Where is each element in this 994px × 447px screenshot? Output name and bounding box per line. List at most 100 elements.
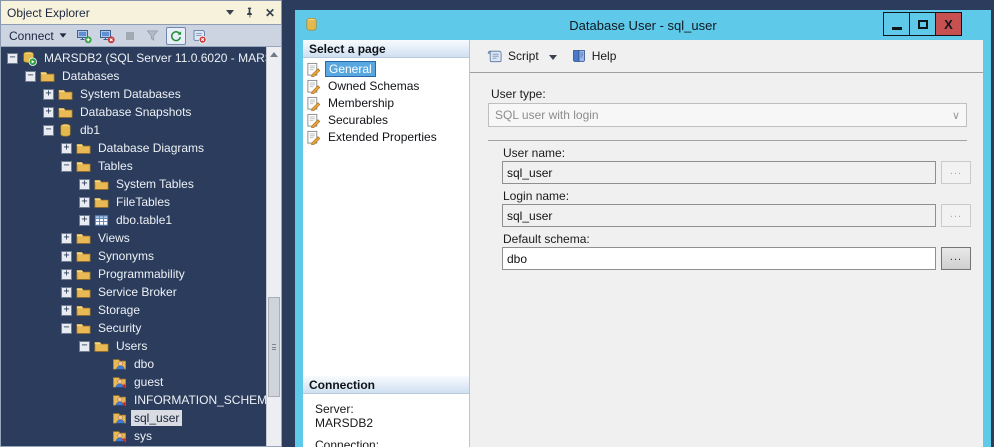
scrollbar-thumb[interactable] <box>268 297 280 397</box>
expand-toggle-icon[interactable]: + <box>43 107 54 118</box>
expand-toggle-icon[interactable]: + <box>79 179 90 190</box>
expand-toggle-icon[interactable]: + <box>61 305 72 316</box>
close-button[interactable]: X <box>935 12 962 36</box>
combo-chevron-icon: ∨ <box>952 109 960 122</box>
minimize-button[interactable] <box>883 12 910 36</box>
tree-item-label: Users <box>113 338 150 354</box>
close-icon[interactable]: ✕ <box>265 7 275 19</box>
expand-toggle-icon[interactable]: + <box>79 215 90 226</box>
connection-header: Connection <box>303 376 469 394</box>
tree-item[interactable]: dbo <box>1 355 281 373</box>
tree-item[interactable]: + dbo.table1 <box>1 211 281 229</box>
script-button[interactable]: Script <box>483 45 543 67</box>
tree-item[interactable]: +Synonyms <box>1 247 281 265</box>
page-pencil-icon <box>306 96 322 111</box>
tree-scrollbar[interactable] <box>266 47 281 446</box>
page-item-membership[interactable]: Membership <box>303 95 469 111</box>
tree-item[interactable]: + Views <box>1 229 281 247</box>
database-icon <box>304 17 319 32</box>
folder-icon <box>76 267 91 282</box>
tree-item[interactable]: − MARSDB2 (SQL Server 11.0.6020 - MARSD <box>1 49 281 67</box>
expand-toggle-icon[interactable]: + <box>43 89 54 100</box>
expand-toggle-icon[interactable]: − <box>43 125 54 136</box>
user-type-label: User type: <box>491 87 546 101</box>
tree-item-label: Storage <box>95 302 143 318</box>
tree-item[interactable]: sql_user <box>1 409 281 427</box>
disconnect-server-icon[interactable] <box>97 27 117 45</box>
user-icon <box>112 357 127 372</box>
expand-toggle-icon[interactable]: + <box>61 233 72 244</box>
folder-icon <box>58 87 73 102</box>
page-item-label: Owned Schemas <box>325 79 422 93</box>
page-item-extended-properties[interactable]: Extended Properties <box>303 129 469 145</box>
tree-item[interactable]: +System Tables <box>1 175 281 193</box>
user-type-value: SQL user with login <box>495 108 599 122</box>
folder-icon <box>76 321 91 336</box>
default-schema-input[interactable] <box>502 247 936 270</box>
page-item-general[interactable]: General <box>303 61 469 77</box>
expand-toggle-icon[interactable]: − <box>61 323 72 334</box>
dialog-titlebar: Database User - sql_user X <box>295 10 991 40</box>
tree-item[interactable]: +FileTables <box>1 193 281 211</box>
page-item-securables[interactable]: Securables <box>303 112 469 128</box>
tree-item[interactable]: +Database Diagrams <box>1 139 281 157</box>
page-item-owned-schemas[interactable]: Owned Schemas <box>303 78 469 94</box>
expand-toggle-icon[interactable]: + <box>61 143 72 154</box>
window-position-icon[interactable] <box>226 10 234 15</box>
user-name-label: User name: <box>503 146 565 160</box>
tree-item[interactable]: sys <box>1 427 281 445</box>
object-explorer-titlebar: Object Explorer ✕ <box>0 0 282 24</box>
expand-toggle-icon[interactable]: + <box>61 251 72 262</box>
expand-toggle-icon[interactable]: + <box>61 269 72 280</box>
tree-item[interactable]: INFORMATION_SCHEMA <box>1 391 281 409</box>
tree-item[interactable]: − Security <box>1 319 281 337</box>
tree-item[interactable]: −Databases <box>1 67 281 85</box>
script-dropdown-icon[interactable] <box>549 55 557 60</box>
tree-item[interactable]: − Users <box>1 337 281 355</box>
refresh-icon[interactable] <box>166 27 186 45</box>
tree-item[interactable]: − db1 <box>1 121 281 139</box>
tree-item-label: Security <box>95 320 144 336</box>
select-a-page-panel: Select a page GeneralOwned SchemasMember… <box>303 40 470 447</box>
tree-item-label: MARSDB2 (SQL Server 11.0.6020 - MARSD <box>41 50 282 66</box>
login-name-browse-button: ... <box>941 204 971 227</box>
expand-toggle-icon[interactable]: − <box>79 341 90 352</box>
object-explorer-title: Object Explorer <box>7 6 226 20</box>
scrollbar-up-icon[interactable] <box>267 47 281 62</box>
connection-section: Connection Server: MARSDB2 Connection: <box>303 376 469 447</box>
page-item-label: Securables <box>325 113 391 127</box>
connect-server-icon[interactable] <box>74 27 94 45</box>
default-schema-browse-button[interactable]: ... <box>941 247 971 270</box>
tree-item-label: System Databases <box>77 86 184 102</box>
tree-item-label: db1 <box>77 122 103 138</box>
expand-toggle-icon[interactable]: − <box>7 53 18 64</box>
help-label: Help <box>592 49 617 63</box>
expand-toggle-icon[interactable]: − <box>25 71 36 82</box>
tree-item[interactable]: + Storage <box>1 301 281 319</box>
login-name-label: Login name: <box>503 189 569 203</box>
connect-button[interactable]: Connect <box>5 27 71 45</box>
tree-item-label: Tables <box>95 158 136 174</box>
expand-toggle-icon[interactable]: + <box>61 287 72 298</box>
expand-toggle-icon[interactable]: + <box>79 197 90 208</box>
script-error-icon[interactable] <box>189 27 209 45</box>
dialog-body: Select a page GeneralOwned SchemasMember… <box>303 40 983 447</box>
tree-item-label: guest <box>131 374 166 390</box>
tree-item[interactable]: − Tables <box>1 157 281 175</box>
tree-item[interactable]: guest <box>1 373 281 391</box>
tree-item-label: dbo.table1 <box>113 212 175 228</box>
expand-toggle-icon[interactable]: − <box>61 161 72 172</box>
tree-item[interactable]: +Database Snapshots <box>1 103 281 121</box>
maximize-button[interactable] <box>909 12 936 36</box>
help-button[interactable]: Help <box>567 45 621 67</box>
tree-item[interactable]: + System Databases <box>1 85 281 103</box>
tree-item[interactable]: +Programmability <box>1 265 281 283</box>
filter-icon <box>143 27 163 45</box>
object-explorer-panel: Object Explorer ✕ Connect −MARSDB2 (SQL … <box>0 0 282 447</box>
folder-icon <box>76 285 91 300</box>
tree-item-label: sql_user <box>131 410 182 426</box>
pin-icon[interactable] <box>243 6 256 19</box>
tree-item[interactable]: +Service Broker <box>1 283 281 301</box>
connect-label: Connect <box>9 29 54 43</box>
tree-item-label: Views <box>95 230 133 246</box>
